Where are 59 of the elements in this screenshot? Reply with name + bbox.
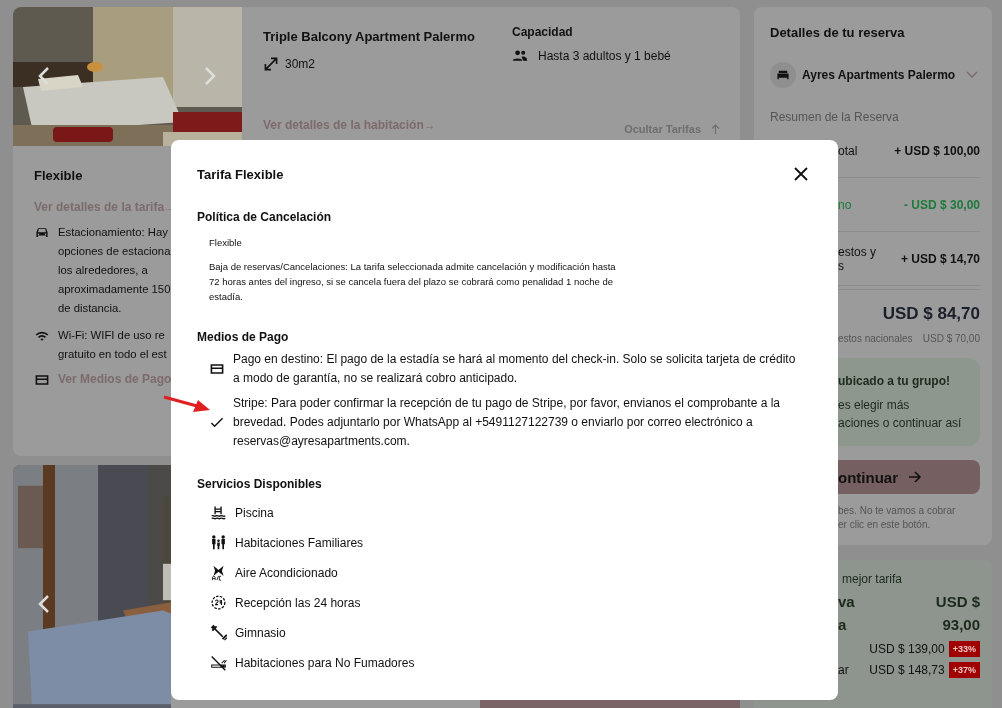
- markup-badge: +33%: [948, 641, 980, 657]
- tax-note: estos nacionales: [838, 333, 913, 344]
- summary-row-label: no: [838, 197, 852, 212]
- total-price: USD $ 84,70: [882, 304, 980, 323]
- summary-row-label: estos y s: [838, 244, 876, 273]
- markup-badge: +37%: [948, 662, 980, 678]
- summary-label: Resumen de la Reserva: [770, 110, 900, 124]
- dumbbell-icon: [210, 624, 227, 641]
- pool-ladder-icon: [210, 504, 227, 521]
- policy-name: Flexible: [209, 237, 243, 248]
- service-label: Piscina: [235, 505, 274, 520]
- summary-amount: - USD $ 30,00: [903, 197, 980, 212]
- service-label: Recepción las 24 horas: [235, 595, 361, 610]
- service-label: Habitaciones Familiares: [235, 535, 364, 550]
- people-icon: [512, 48, 528, 64]
- offer-price: USD $ 148,73: [869, 663, 945, 677]
- best-rate-price: USD $ 93,00: [935, 592, 980, 635]
- hotel-name: Ayres Apartments Palermo: [802, 68, 957, 82]
- payment-text: Stripe: Para poder confirmar la recepción de tu pago de Stripe, por favor, envianos el comprobante a la brevedad. Podes adjuntarlo por WhatsApp al +5491127122739 o enviarlo por correo electrónico a reservas@ayresapartments.com.: [233, 395, 781, 450]
- summary-amount: + USD $ 100,00: [894, 143, 980, 158]
- service-label: Aire Acondicionado: [235, 565, 338, 580]
- panel-title: Detalles de tu reserva: [770, 25, 906, 40]
- arrow-right-icon: [908, 470, 922, 484]
- amenity-text: Wi-Fi: WIFI de uso re gratuito en todo el est: [58, 328, 167, 362]
- summary-amount: + USD $ 14,70: [900, 251, 980, 266]
- chevron-left-icon[interactable]: [37, 67, 51, 85]
- tax-amount: USD $ 70,00: [922, 333, 980, 344]
- service-label: Gimnasio: [235, 625, 286, 640]
- diagonal-arrows-icon: [263, 56, 279, 72]
- dialog-title: Tarifa Flexible: [197, 166, 284, 182]
- room-title: Triple Balcony Apartment Palermo: [263, 29, 476, 44]
- section-heading: Medios de Pago: [197, 330, 290, 344]
- close-icon[interactable]: [793, 166, 809, 182]
- summary-row-label: otal: [838, 143, 858, 158]
- rate-name: Flexible: [34, 168, 84, 183]
- family-icon: [210, 534, 227, 551]
- notice-title: ubicado a tu grupo!: [838, 373, 951, 390]
- payment-text: Pago en destino: El pago de la estadía se hará al momento del check-in. Solo se solicita tarjeta de crédito a modo de garantía, no se realizará cobro anticipado.: [233, 351, 797, 387]
- best-rate-label: va a: [838, 592, 855, 635]
- room-size: 30m2: [285, 57, 316, 71]
- no-smoking-icon: [210, 654, 227, 671]
- credit-card-icon: [209, 361, 225, 377]
- notice-text: es elegir más aciones o continuar así: [838, 397, 963, 432]
- section-heading: Política de Cancelación: [197, 210, 333, 224]
- capacity-label: Capacidad: [512, 25, 574, 39]
- service-label: Habitaciones para No Fumadores: [235, 655, 415, 670]
- amenity-text: Estacionamiento: Hay opciones de estaciona los alrededores, a aproximadamente 150 de distancia.: [58, 225, 171, 316]
- offer-price: USD $ 139,00: [869, 642, 945, 656]
- clock-24-icon: [210, 594, 227, 611]
- best-rate-title: mejor tarifa: [842, 572, 904, 586]
- arrow-up-icon: [711, 123, 720, 134]
- offer-label: ar: [838, 663, 849, 677]
- policy-text: Baja de reservas/Cancelaciones: La tarifa seleccionada admite cancelación y modificación hasta 72 horas antes del ingreso, si se cancela fuera del plazo se cobrará como penalidad 1 noche de estadía.: [209, 260, 617, 304]
- capacity-text: Hasta 3 adultos y 1 bebé: [538, 49, 671, 63]
- footnote-text: bes. No te vamos a cobrar er clic en este botón.: [837, 504, 957, 532]
- credit-card-icon: [34, 372, 50, 388]
- chevron-left-icon[interactable]: [37, 595, 51, 613]
- section-heading: Servicios Disponibles: [197, 477, 323, 491]
- bed-icon: [770, 62, 796, 88]
